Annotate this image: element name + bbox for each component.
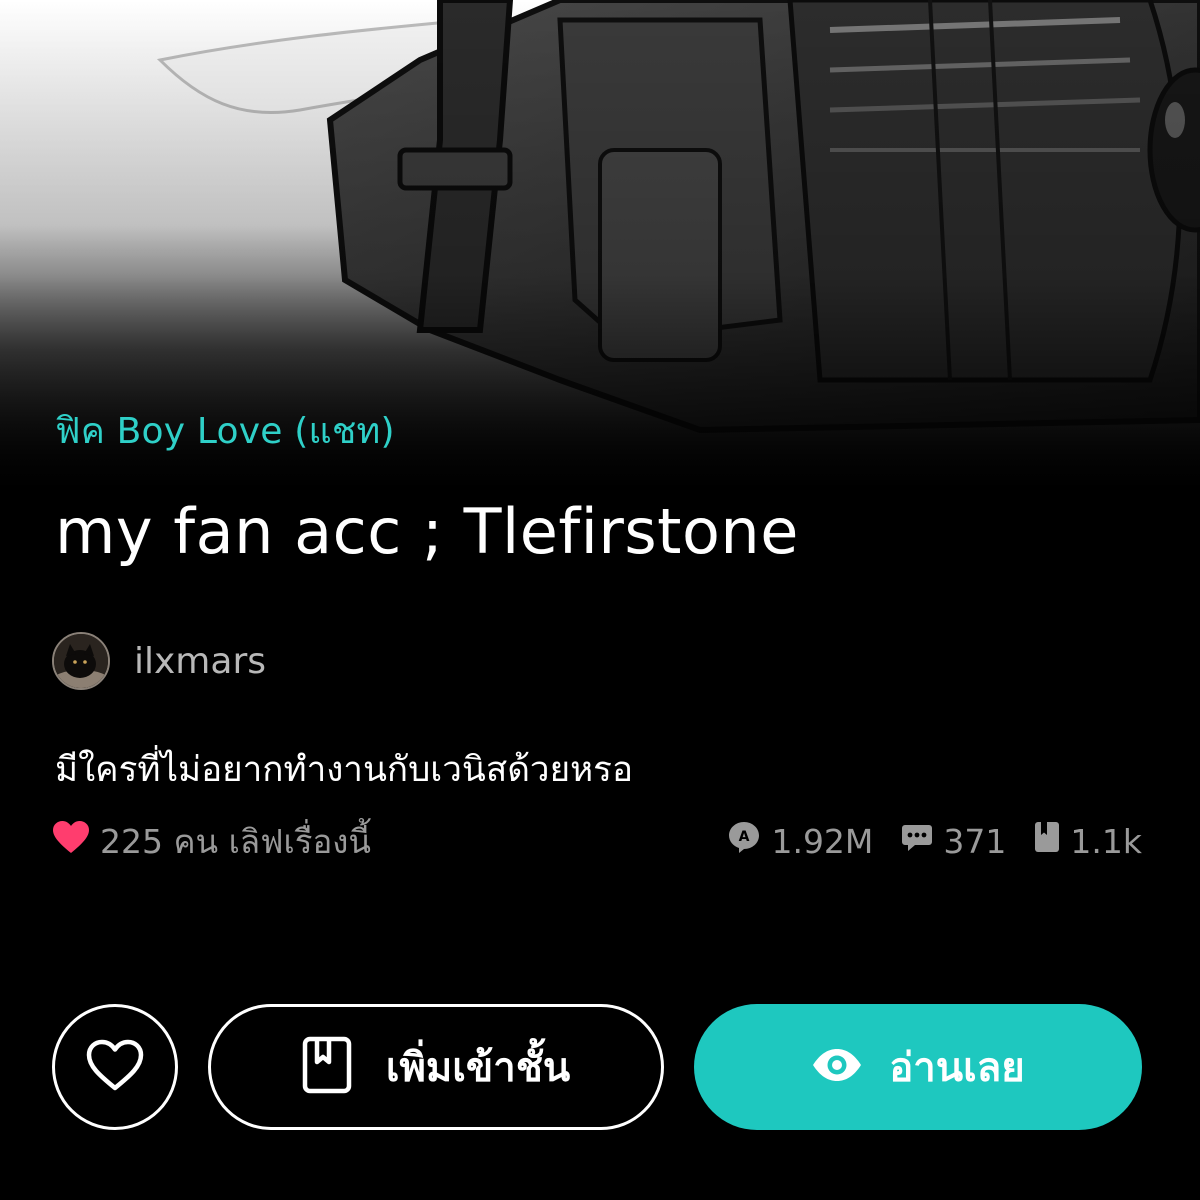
author-row[interactable]: ilxmars <box>52 632 266 690</box>
views-stat: A 1.92M <box>727 820 873 862</box>
book-icon <box>1034 821 1060 861</box>
read-now-label: อ่านเลย <box>889 1045 1025 1091</box>
comment-icon <box>901 822 933 861</box>
chapters-stat: 1.1k <box>1034 821 1142 861</box>
author-avatar[interactable] <box>52 632 110 690</box>
bookmark-icon <box>302 1036 352 1098</box>
comments-stat: 371 <box>901 822 1006 861</box>
author-name[interactable]: ilxmars <box>134 641 266 682</box>
stats-row: 225 คน เลิฟเรื่องนี้ A 1.92M 371 1.1k <box>52 818 1142 864</box>
add-to-shelf-button[interactable]: เพิ่มเข้าชั้น <box>208 1004 664 1130</box>
love-button[interactable] <box>52 1004 178 1130</box>
likes-stat: 225 คน เลิฟเรื่องนี้ <box>52 815 371 868</box>
eye-icon <box>811 1047 863 1087</box>
view-count-icon: A <box>727 820 761 862</box>
heart-outline-icon <box>85 1038 145 1096</box>
story-counters: A 1.92M 371 1.1k <box>727 820 1142 862</box>
chapters-count: 1.1k <box>1070 821 1142 861</box>
views-count: 1.92M <box>771 821 874 861</box>
action-bar: เพิ่มเข้าชั้น อ่านเลย <box>52 1004 1142 1130</box>
comments-count: 371 <box>943 821 1007 861</box>
likes-text: 225 คน เลิฟเรื่องนี้ <box>100 821 371 861</box>
story-description: มีใครที่ไม่อยากทำงานกับเวนิสด้วยหรอ <box>55 750 633 790</box>
read-now-button[interactable]: อ่านเลย <box>694 1004 1142 1130</box>
heart-icon <box>52 820 90 862</box>
story-title: my fan acc ; Tlefirstone <box>55 495 799 568</box>
svg-text:A: A <box>739 829 750 845</box>
story-category[interactable]: ฟิค Boy Love (แชท) <box>55 402 395 459</box>
add-to-shelf-label: เพิ่มเข้าชั้น <box>385 1045 571 1091</box>
